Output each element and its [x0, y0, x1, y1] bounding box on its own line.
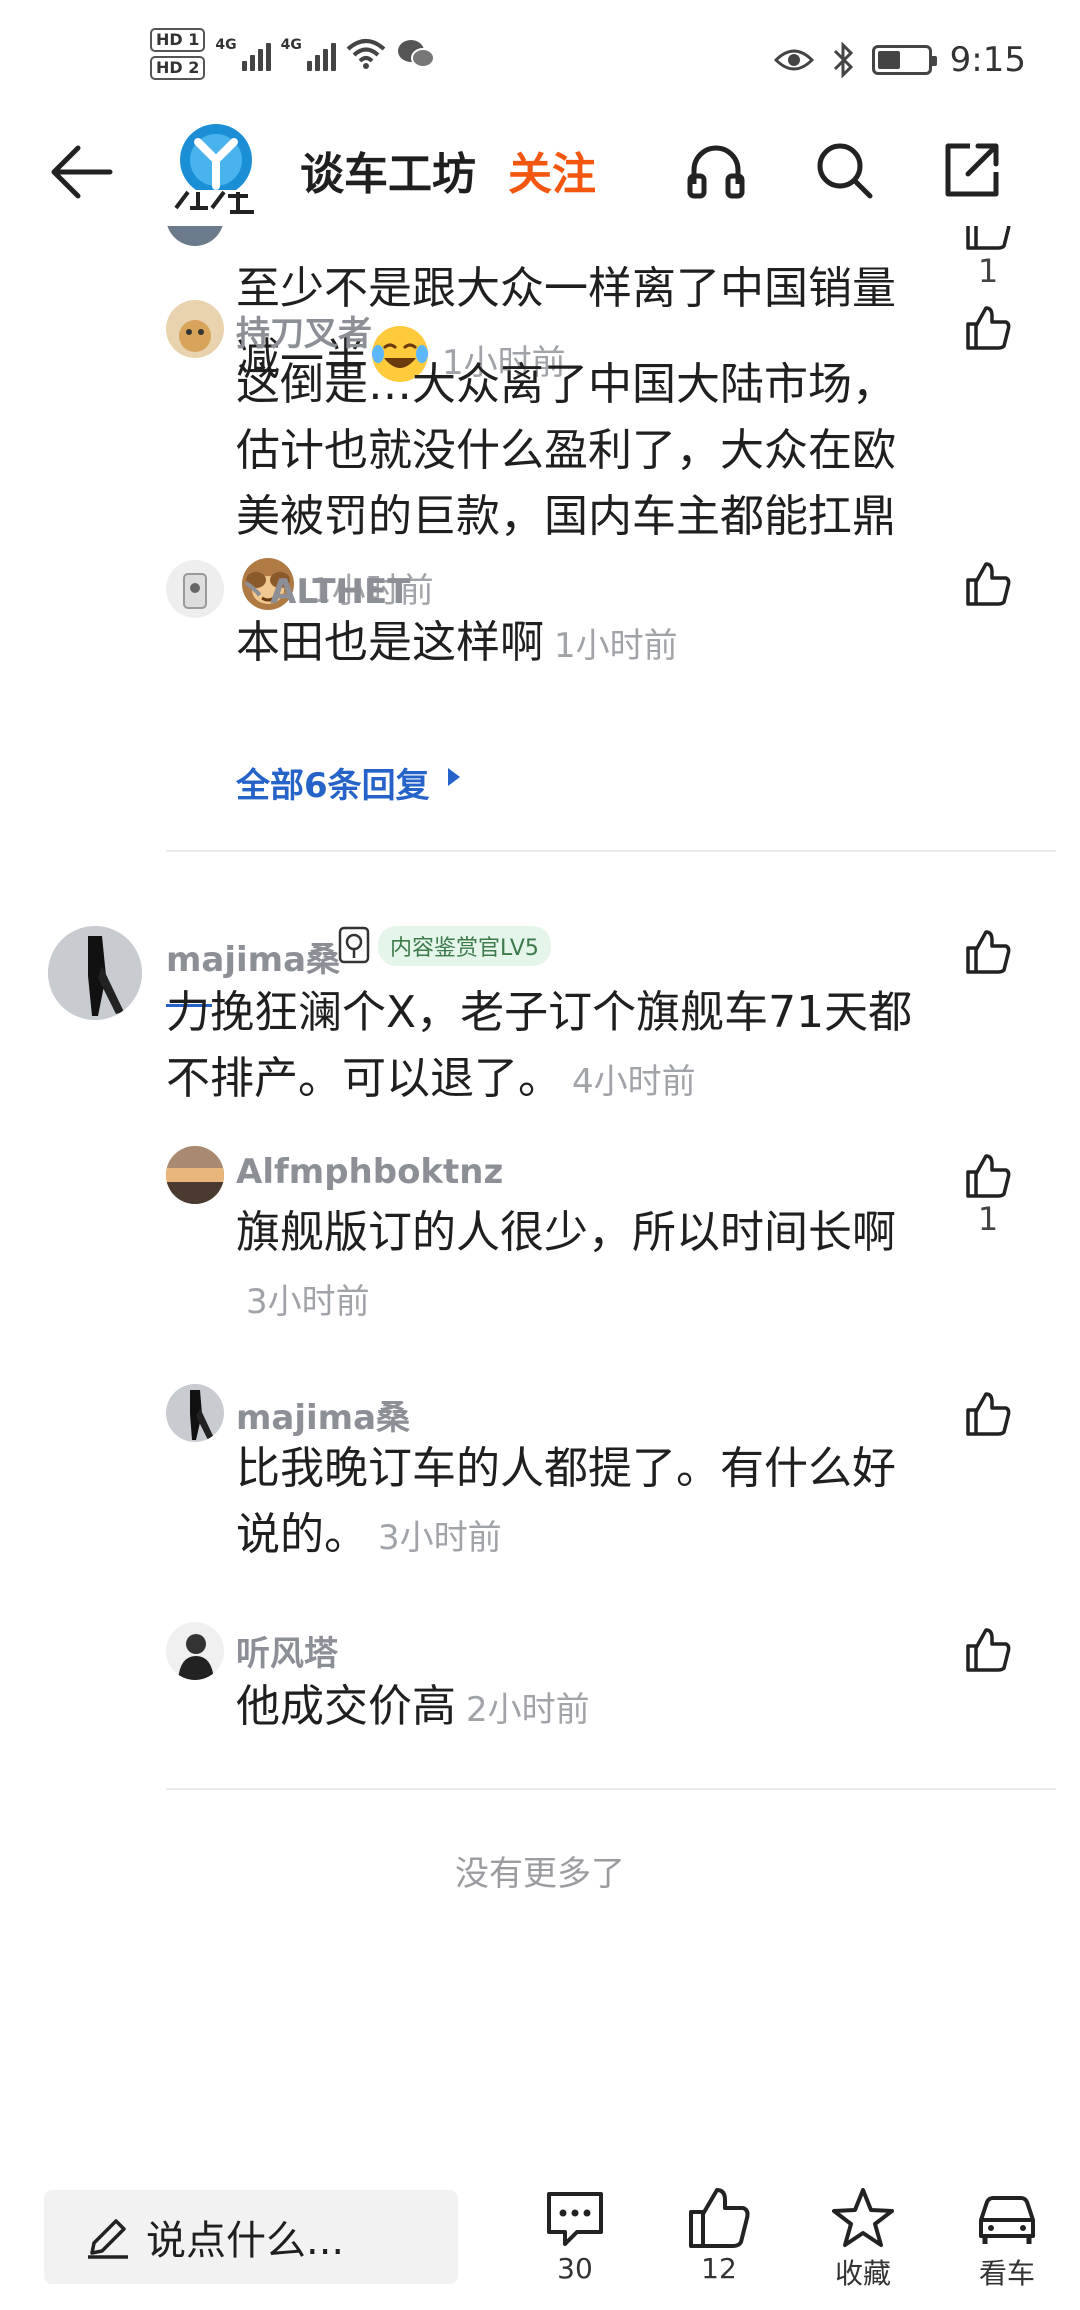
avatar[interactable] [166, 1622, 224, 1680]
username[interactable]: majima桑 [166, 932, 340, 981]
search-icon[interactable] [812, 138, 876, 202]
like-icon[interactable] [964, 928, 1012, 976]
like-article-button[interactable]: 12 [664, 2186, 774, 2285]
reviewer-badge-icon [338, 926, 370, 964]
reply-time: 3小时前 [246, 1282, 370, 1322]
clock: 9:15 [949, 40, 1026, 80]
like-count: 1 [977, 252, 999, 290]
divider [166, 1788, 1056, 1790]
comment-input[interactable]: 说点什么... [44, 2190, 458, 2284]
follow-button[interactable]: 关注 [508, 138, 596, 202]
comment-input-placeholder: 说点什么... [146, 2218, 345, 2264]
user-badge: 内容鉴赏官LV5 [336, 926, 551, 966]
star-icon [832, 2188, 894, 2247]
reply-time: 2小时前 [466, 1690, 590, 1730]
like-icon[interactable] [964, 1626, 1012, 1674]
bluetooth-icon [833, 42, 853, 78]
like-icon[interactable] [964, 304, 1012, 352]
view-car-button[interactable]: 看车 [952, 2186, 1062, 2292]
badge-label: 内容鉴赏官LV5 [378, 926, 551, 966]
reply-time: 1小时前 [554, 626, 678, 666]
view-all-replies-link[interactable]: 全部6条回复 [236, 758, 430, 807]
like-icon[interactable] [964, 560, 1012, 608]
divider [166, 850, 1056, 852]
comment-count: 30 [557, 2252, 593, 2285]
reply-text: 比我晚订车的人都提了。有什么好说的。 3小时前 [236, 1443, 896, 1560]
comments-button[interactable]: 30 [520, 2186, 630, 2285]
comment-text: 力挽狂澜个X，老子订个旗舰车71天都不排产。可以退了。 4小时前 [166, 987, 913, 1104]
hd2-indicator: HD 2 [150, 56, 206, 80]
reply-text: 本田也是这样啊 1小时前 [236, 617, 678, 668]
thumbs-up-icon [689, 2188, 750, 2248]
headphones-icon[interactable] [684, 138, 748, 202]
back-arrow-icon[interactable] [50, 144, 114, 200]
avatar[interactable] [166, 226, 224, 246]
avatar[interactable] [166, 1146, 224, 1204]
username[interactable]: majima桑 [236, 1390, 410, 1439]
avatar[interactable] [166, 1384, 224, 1442]
view-car-label: 看车 [978, 2257, 1035, 2290]
username[interactable]: 听风塔 [236, 1626, 338, 1675]
reply-text: 他成交价高 2小时前 [236, 1681, 590, 1732]
signal-2-icon: 4G [281, 37, 336, 71]
end-of-list-text: 没有更多了 [455, 1854, 625, 1894]
status-bar: HD 1 HD 2 4G 4G 9:15 [0, 0, 1080, 116]
like-count-total: 12 [701, 2252, 737, 2285]
comment-time: 4小时前 [572, 1062, 696, 1102]
hd1-indicator: HD 1 [150, 28, 206, 52]
bottom-action-bar: 说点什么... 30 12 收藏 看车 [0, 2160, 1080, 2310]
avatar[interactable] [166, 300, 224, 358]
username[interactable]: Alfmphboktnz [236, 1152, 503, 1192]
favorite-label: 收藏 [834, 2257, 891, 2290]
avatar[interactable] [48, 926, 142, 1020]
car-icon [979, 2196, 1035, 2244]
pencil-icon [88, 2219, 128, 2259]
triangle-right-icon [448, 768, 460, 786]
wechat-icon [397, 40, 435, 68]
reply-text: 旗舰版订的人很少，所以时间长啊3小时前 [236, 1207, 896, 1322]
like-icon[interactable] [964, 1390, 1012, 1438]
channel-logo[interactable] [168, 120, 264, 220]
like-icon[interactable] [964, 1152, 1012, 1200]
channel-title[interactable]: 谈车工坊 [300, 138, 476, 202]
username[interactable]: 丶ALTHET [236, 564, 410, 613]
avatar[interactable] [166, 560, 224, 618]
signal-1-icon: 4G [215, 37, 271, 71]
share-icon[interactable] [940, 138, 1004, 202]
favorite-button[interactable]: 收藏 [808, 2186, 918, 2292]
like-icon[interactable] [964, 226, 1012, 252]
username[interactable]: 持刀叉者 [236, 306, 372, 355]
reply-time: 3小时前 [378, 1518, 502, 1558]
comment-bubble-icon [547, 2192, 603, 2246]
wifi-icon [346, 39, 386, 69]
top-app-bar: 谈车工坊 关注 [0, 116, 1080, 226]
battery-icon [871, 45, 937, 75]
eye-icon [773, 49, 814, 71]
comment-list: 至少不是跟大众一样离了中国销量减一半 1小时前 1 持刀叉者 这倒是…大众离了中… [0, 226, 1080, 2126]
like-count: 1 [977, 1200, 999, 1238]
